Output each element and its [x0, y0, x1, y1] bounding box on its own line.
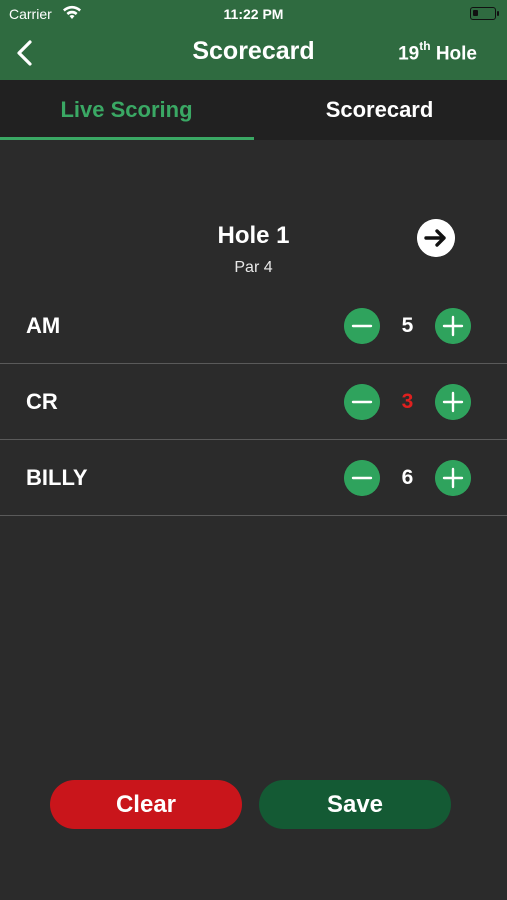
nineteenth-hole-button[interactable]: 19th Hole: [398, 39, 477, 65]
nineteenth-hole-suffix: Hole: [430, 43, 477, 65]
player-name: CR: [26, 389, 58, 414]
player-row: BILLY 6: [0, 440, 507, 516]
clear-button[interactable]: Clear: [50, 780, 242, 829]
row-divider: [0, 515, 507, 516]
player-name: AM: [26, 313, 61, 338]
clock: 11:22 PM: [223, 6, 284, 22]
player-score: 5: [401, 314, 414, 337]
active-tab-indicator: [0, 137, 254, 140]
player-score: 6: [401, 466, 414, 489]
player-name: BILLY: [26, 465, 88, 490]
nineteenth-hole-number: 19: [398, 43, 420, 65]
nav-bar: Scorecard 19th Hole: [0, 28, 507, 80]
next-hole-arrow-icon[interactable]: [417, 219, 455, 257]
player-row: CR 3: [0, 364, 507, 440]
minus-icon[interactable]: [344, 308, 380, 344]
hole-par: Par 4: [234, 259, 273, 276]
player-row: AM 5: [0, 288, 507, 364]
minus-icon[interactable]: [344, 460, 380, 496]
save-button[interactable]: Save: [259, 780, 451, 829]
battery-icon: [470, 7, 499, 20]
plus-icon[interactable]: [435, 384, 471, 420]
minus-icon[interactable]: [344, 384, 380, 420]
tab-live-scoring[interactable]: Live Scoring: [0, 80, 253, 140]
status-bar: Carrier 11:22 PM: [0, 0, 507, 28]
nineteenth-hole-sup: th: [419, 39, 431, 53]
tab-bar: Live Scoring Scorecard: [0, 80, 507, 140]
tab-scorecard[interactable]: Scorecard: [253, 80, 506, 140]
plus-icon[interactable]: [435, 308, 471, 344]
plus-icon[interactable]: [435, 460, 471, 496]
player-score: 3: [401, 390, 414, 413]
